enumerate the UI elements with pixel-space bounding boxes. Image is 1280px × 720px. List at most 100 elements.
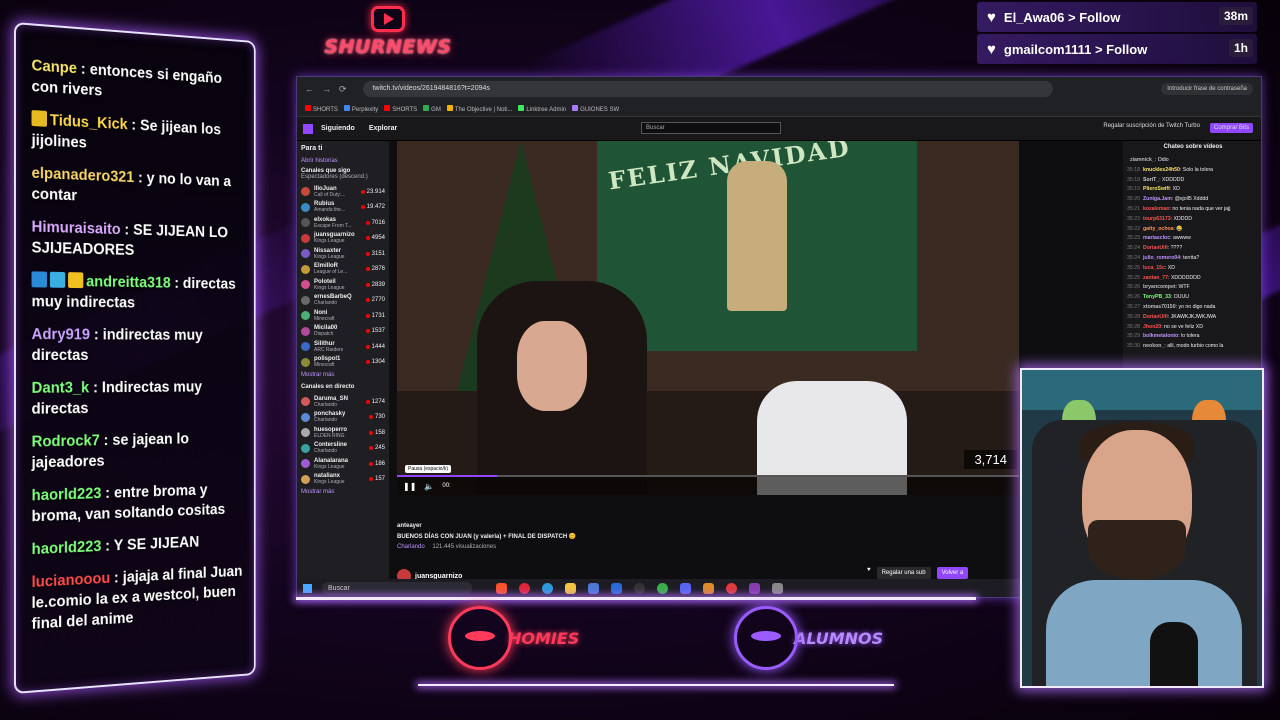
chat-username[interactable]: ziamnick_ [1130,157,1155,163]
video-player[interactable]: FELIZ NAVIDAD 3,714 Pausa (espacio/k) ❚❚… [397,141,1019,495]
chat-username[interactable]: neokon_ [1143,343,1164,349]
sidebar-channel[interactable]: juansguarnizo Kings League 4954 [301,231,385,247]
pause-icon[interactable]: ❚❚ [403,482,416,491]
app-icon[interactable] [749,582,760,594]
bookmark-item[interactable]: Linktree Admin [518,104,566,113]
bookmark-item[interactable]: Perplexity [343,104,378,113]
resub-button[interactable]: Volver a [936,567,969,579]
bookmark-item[interactable]: SHORTS [384,104,417,113]
chat-username[interactable]: kozaleman [1143,206,1170,212]
overlay-chat-list: Canpe: entonces si engaño con rivers Tidu… [31,55,246,647]
turbo-link[interactable]: Regalar suscripción de Twitch Turbo [1103,123,1200,133]
channel-info: juansguarnizo Kings League [314,232,355,244]
app-icon[interactable] [703,582,714,594]
discord-icon[interactable] [680,582,691,594]
obs-icon[interactable] [634,582,645,594]
sidebar-channel[interactable]: ponchasky Charlando 730 [301,410,385,426]
channel-name: Daruma_SN [314,395,349,402]
opera-icon[interactable] [519,582,530,594]
twitch-search-input[interactable]: Buscar [641,122,781,134]
windows-start-icon[interactable] [303,583,312,593]
sidebar-channel[interactable]: huesoperro ELDEN RING 158 [301,425,385,441]
crown-badge-icon [31,110,47,127]
channel-game: Kings League [314,284,345,291]
bookmark-icon [572,104,579,111]
followed-sort[interactable]: Espectadores (descend.) [301,174,385,180]
show-more-link[interactable]: Mostrar más [301,372,385,378]
forward-icon[interactable]: → [322,84,331,94]
show-more-link[interactable]: Mostrar más [301,489,385,495]
video-category[interactable]: Charlando [397,544,425,550]
follow-alerts: ♥ El_Awa06 > Follow 38m ♥ gmailcom1111 >… [977,2,1257,66]
sidebar-channel[interactable]: Contersline Charlando 245 [301,441,385,457]
reload-icon[interactable]: ⟳ [339,84,347,95]
chat-username[interactable]: gatty_ochoa [1143,226,1174,232]
sidebar-channel[interactable]: Rubius Amanda the... 19.472 [301,200,385,216]
store-icon[interactable] [588,582,599,594]
channel-info: Micila00 Dispatch [314,325,337,337]
chat-username[interactable]: tourp63173 [1143,216,1171,222]
bookmark-item[interactable]: GM [423,104,441,113]
chat-username[interactable]: mariascloc [1143,235,1170,241]
sidebar-channel[interactable]: natalianx Kings League 157 [301,472,385,488]
stories-link[interactable]: Abrir historias [301,158,385,164]
sidebar-channel[interactable]: elxokas Escape From T... 7016 [301,215,385,231]
twitch-logo-icon[interactable] [303,123,313,134]
chat-text: : no tenia nada que ver jajj [1169,205,1231,212]
chat-username[interactable]: DorianUifi [1143,314,1168,320]
address-bar[interactable]: twitch.tv/videos/2619484816?t=2094s [362,81,1053,97]
bookmark-item[interactable]: The Objective | Noti... [446,104,512,113]
viewer-count: 158 [369,430,385,436]
taskbar-search[interactable]: Buscar [322,581,472,595]
nav-following[interactable]: Siguiendo [321,125,355,132]
brave-icon[interactable] [496,582,507,594]
sidebar-channel[interactable]: Alanalarana Kings League 186 [301,456,385,472]
sidebar-channel[interactable]: Daruma_SN Charlando 1274 [301,394,385,410]
channel-game: ARC Raiders [314,346,344,353]
chat-username[interactable]: bryancompet [1143,284,1176,290]
sidebar-channel[interactable]: polispol1 Minecraft 1304 [301,355,385,371]
chat-line: 35:28 DorianUifi: JKAWKJKJWKJWA [1127,313,1259,323]
gift-sub-button[interactable]: Regalar una sub [876,567,931,579]
sidebar-channel[interactable]: Noni Minecraft 1731 [301,308,385,324]
chat-username[interactable]: zantan_77 [1143,275,1168,281]
folder-icon[interactable] [565,582,576,594]
chat-username[interactable]: PlieroSwift [1143,186,1170,192]
sidebar-channel[interactable]: Poloteil Kings League 2839 [301,277,385,293]
chat-text: : JKAWKJKJWKJWA [1167,313,1217,320]
chat-username[interactable]: Zuniga.Jam [1143,196,1172,202]
chat-username[interactable]: SoriT_ [1143,177,1159,183]
bookmark-item[interactable]: SHORTS [305,104,338,113]
sidebar-channel[interactable]: Nissaxter Kings League 3151 [301,246,385,262]
sidebar-channel[interactable]: IlloJuan Call of Duty:... 23.914 [301,184,385,200]
sidebar-channel[interactable]: ernesBarbeQ Charlando 2770 [301,293,385,309]
mail-icon[interactable] [611,582,622,594]
chat-list: ziamnick_: Odio 35:18 knuckles24h50: Solo … [1127,156,1259,352]
app-icon[interactable] [772,582,783,594]
nav-explore[interactable]: Explorar [369,125,397,132]
volume-icon[interactable]: 🔈 [424,482,434,491]
chrome-icon[interactable] [657,582,668,594]
bookmark-item[interactable]: GUIONES SW [572,104,619,113]
chat-username[interactable]: xtomas70150 [1143,304,1176,310]
chat-time: 35:19 [1127,186,1140,193]
pokeball-icon[interactable] [726,582,737,594]
bits-button[interactable]: Comprar Bits [1209,123,1253,133]
sidebar-channel[interactable]: ElmilloR League of Le... 2876 [301,262,385,278]
chat-username[interactable]: knuckles24h50 [1143,167,1180,173]
heart-icon[interactable]: ♥ [867,567,871,579]
chat-username[interactable]: luca_15c [1143,265,1165,271]
chat-username[interactable]: Jhon20 [1143,324,1161,330]
twitch-topnav-right: Regalar suscripción de Twitch Turbo Comp… [1103,123,1253,133]
sidebar-channel[interactable]: Micila00 Dispatch 1537 [301,324,385,340]
chat-username[interactable]: DorianUifi [1143,245,1168,251]
chat-line: 35:29 bolkmetalonio: lo tolera [1127,332,1259,342]
back-icon[interactable]: ← [305,84,314,94]
edge-icon[interactable] [542,582,553,594]
channel-info: Rubius Amanda the... [314,201,345,213]
password-button[interactable]: Introducir frase de contraseña [1161,83,1253,95]
chat-username[interactable]: julio_romero04 [1143,255,1180,261]
chat-username[interactable]: TonyPB_33 [1143,294,1171,300]
chat-username[interactable]: bolkmetalonio [1143,333,1178,339]
sidebar-channel[interactable]: Silithur ARC Raiders 1444 [301,339,385,355]
